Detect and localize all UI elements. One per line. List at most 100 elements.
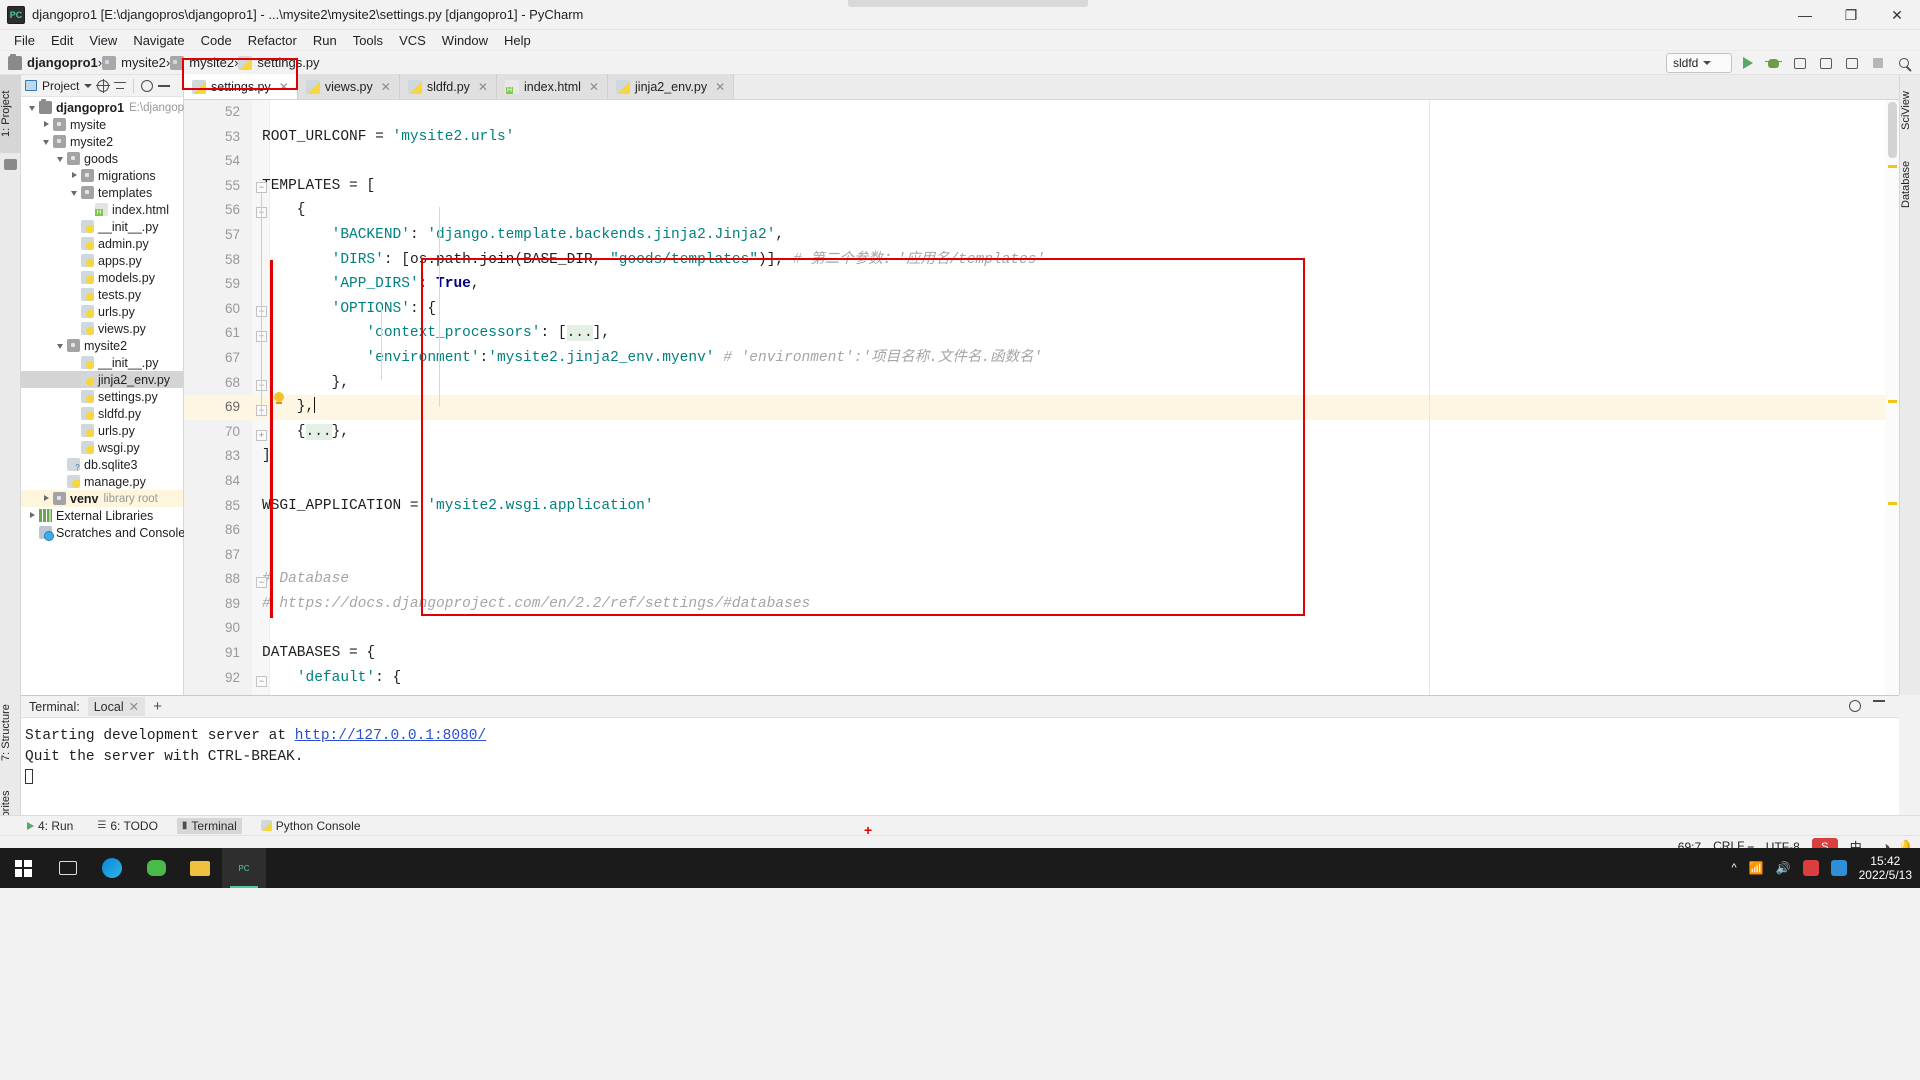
editor-line[interactable]: 83] [184, 444, 1899, 469]
sidebar-tab-database[interactable]: Database [1900, 153, 1920, 215]
tree-item--init-py[interactable]: __init__.py [21, 218, 183, 235]
tree-item-scratches-and-consoles[interactable]: Scratches and Consoles [21, 524, 192, 541]
editor-line[interactable]: 88 # Database [184, 567, 1899, 592]
menu-code[interactable]: Code [193, 31, 240, 50]
tree-item-models-py[interactable]: models.py [21, 269, 183, 286]
editor-line[interactable]: 89 # https://docs.djangoproject.com/en/2.… [184, 592, 1899, 617]
editor-line[interactable]: 86 [184, 518, 1899, 543]
run-coverage-button[interactable] [1789, 53, 1810, 74]
editor-tab-jinja2-env-py[interactable]: jinja2_env.py ✕ [608, 74, 735, 99]
editor-line[interactable]: 84 [184, 469, 1899, 494]
tree-item-mysite[interactable]: mysite [21, 116, 183, 133]
terminal-server-url-link[interactable]: http://127.0.0.1:8080/ [295, 728, 486, 744]
menu-window[interactable]: Window [434, 31, 496, 50]
editor-line[interactable]: 53 ROOT_URLCONF = 'mysite2.urls' [184, 125, 1899, 150]
tree-item-urls-py[interactable]: urls.py [21, 422, 183, 439]
close-icon[interactable]: ✕ [381, 80, 391, 94]
fold-marker-line55[interactable]: − [256, 182, 267, 193]
run-button[interactable] [1737, 53, 1758, 74]
editor-line[interactable]: 55 TEMPLATES = [ [184, 174, 1899, 199]
tree-item-tests-py[interactable]: tests.py [21, 286, 183, 303]
sogou-icon[interactable] [1802, 860, 1819, 876]
editor-line[interactable]: 90 [184, 616, 1899, 641]
tree-item-admin-py[interactable]: admin.py [21, 235, 183, 252]
cloud-icon[interactable] [1830, 860, 1847, 876]
close-icon[interactable]: ✕ [715, 80, 725, 94]
tool-window-terminal[interactable]: ▮ Terminal [176, 817, 242, 834]
close-icon[interactable]: ✕ [478, 80, 488, 94]
editor-line[interactable]: 70 {...}, [184, 420, 1899, 445]
intention-bulb-icon[interactable] [274, 392, 284, 404]
tree-item-views-py[interactable]: views.py [21, 320, 183, 337]
breadcrumb-item-mysite2-inner[interactable]: mysite2 [170, 55, 234, 70]
breadcrumb-item-mysite2-outer[interactable]: mysite2 [102, 55, 166, 70]
editor-line[interactable]: 69 }, [184, 395, 1899, 420]
fold-marker-line70[interactable]: + [256, 430, 267, 441]
menu-navigate[interactable]: Navigate [125, 31, 192, 50]
taskbar-clock[interactable]: 15:42 2022/5/13 [1859, 854, 1912, 882]
chevron-down-icon[interactable] [41, 136, 52, 147]
window-drag-handle[interactable] [848, 0, 1088, 7]
editor-line[interactable]: 60 'OPTIONS': { [184, 297, 1899, 322]
menu-refactor[interactable]: Refactor [240, 31, 305, 50]
editor-scrollbar[interactable] [1885, 100, 1899, 695]
tree-item-jinja2-env-py[interactable]: jinja2_env.py [21, 371, 183, 388]
menu-file[interactable]: File [6, 31, 43, 50]
tree-item-external-libraries[interactable]: External Libraries [21, 507, 183, 524]
chevron-down-icon[interactable] [84, 83, 93, 88]
editor-line[interactable]: 92 'default': { [184, 666, 1899, 691]
tree-item-index-html[interactable]: index.html [21, 201, 183, 218]
chevron-down-icon[interactable] [69, 187, 80, 198]
file-explorer-icon[interactable] [178, 848, 222, 888]
editor-line[interactable]: 91 DATABASES = { [184, 641, 1899, 666]
chevron-right-icon[interactable] [69, 170, 80, 181]
tree-item-settings-py[interactable]: settings.py [21, 388, 183, 405]
tree-item-sldfd-py[interactable]: sldfd.py [21, 405, 183, 422]
tree-item-templates[interactable]: templates [21, 184, 183, 201]
tree-item-venv[interactable]: venv library root [21, 490, 183, 507]
new-terminal-button[interactable]: + [153, 699, 162, 714]
editor-marker[interactable] [1888, 400, 1897, 403]
editor-line[interactable]: 67 'environment':'mysite2.jinja2_env.mye… [184, 346, 1899, 371]
tree-item-djangopro1[interactable]: djangopro1 E:\djangopros [21, 99, 200, 116]
breadcrumb-item-settings-py[interactable]: settings.py [238, 55, 320, 70]
tree-item-goods[interactable]: goods [21, 150, 183, 167]
tree-item-manage-py[interactable]: manage.py [21, 473, 183, 490]
editor-line[interactable]: 58 'DIRS': [os.path.join(BASE_DIR, "good… [184, 248, 1899, 273]
menu-help[interactable]: Help [496, 31, 539, 50]
editor-line[interactable]: 85 WSGI_APPLICATION = 'mysite2.wsgi.appli… [184, 494, 1899, 519]
editor-marker[interactable] [1888, 502, 1897, 505]
network-icon[interactable]: 📶 [1749, 861, 1764, 875]
task-view-icon[interactable] [46, 848, 90, 888]
editor-line[interactable]: 54 [184, 149, 1899, 174]
tree-item--init-py[interactable]: __init__.py [21, 354, 183, 371]
tool-window-todo[interactable]: ☰ 6: TODO [92, 818, 163, 834]
breadcrumb-item-djangopro1[interactable]: djangopro1 [8, 53, 98, 70]
scrollbar-thumb[interactable] [1888, 102, 1897, 158]
tool-window-run[interactable]: 4: Run [22, 818, 78, 834]
menu-run[interactable]: Run [305, 31, 345, 50]
show-hidden-icons-icon[interactable]: ^ [1732, 862, 1737, 874]
close-button[interactable]: ✕ [1874, 0, 1920, 30]
minimize-button[interactable]: — [1782, 0, 1828, 30]
menu-view[interactable]: View [81, 31, 125, 50]
chevron-right-icon[interactable] [27, 510, 38, 521]
volume-icon[interactable]: 🔊 [1776, 861, 1791, 875]
terminal-tab-local[interactable]: Local ✕ [87, 697, 146, 716]
collapse-all-icon[interactable] [114, 80, 127, 92]
search-everywhere-button[interactable] [1893, 53, 1914, 74]
attach-button[interactable] [1841, 53, 1862, 74]
menu-edit[interactable]: Edit [43, 31, 81, 50]
locate-icon[interactable] [96, 78, 111, 93]
tree-item-urls-py[interactable]: urls.py [21, 303, 183, 320]
close-icon[interactable]: ✕ [589, 80, 599, 94]
close-icon[interactable]: ✕ [129, 699, 139, 714]
sidebar-tab-structure[interactable]: 7: Structure [0, 695, 21, 771]
debug-button[interactable] [1763, 53, 1784, 74]
tree-item-migrations[interactable]: migrations [21, 167, 183, 184]
edge-browser-icon[interactable] [90, 848, 134, 888]
editor-tab-sldfd-py[interactable]: sldfd.py ✕ [399, 74, 497, 99]
editor-tab-index-html[interactable]: index.html ✕ [496, 74, 609, 99]
editor-line[interactable]: 68 }, [184, 371, 1899, 396]
sidebar-tab-sciview[interactable]: SciView [1900, 81, 1920, 141]
